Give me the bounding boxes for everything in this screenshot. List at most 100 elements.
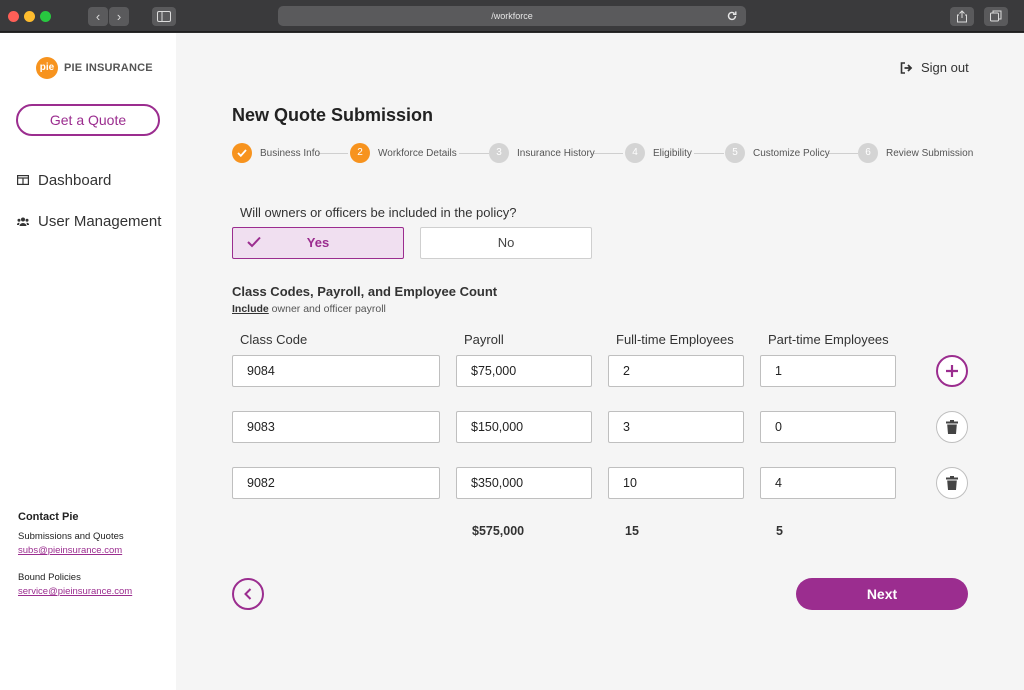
step-connector xyxy=(459,153,489,154)
full-time-input[interactable]: 10 xyxy=(608,467,744,499)
step-number: 4 xyxy=(625,143,645,163)
bound-policies-label: Bound Policies xyxy=(18,572,81,583)
class-code-input[interactable]: 9083 xyxy=(232,411,440,443)
back-button[interactable] xyxy=(232,578,264,610)
sidebar-item-user-management[interactable]: User Management xyxy=(16,211,161,231)
delete-row-button[interactable] xyxy=(936,411,968,443)
browser-forward-button[interactable]: › xyxy=(109,7,129,26)
step-number: 3 xyxy=(489,143,509,163)
progress-stepper: Business Info 2 Workforce Details 3 Insu… xyxy=(232,143,973,165)
part-time-input[interactable]: 1 xyxy=(760,355,896,387)
tabs-icon xyxy=(990,10,1002,22)
payroll-input[interactable]: $150,000 xyxy=(456,411,592,443)
step-label: Eligibility xyxy=(653,147,692,159)
sidebar-item-dashboard[interactable]: Dashboard xyxy=(16,170,111,190)
service-email-link[interactable]: service@pieinsurance.com xyxy=(18,586,168,597)
page-title: New Quote Submission xyxy=(232,105,434,125)
payroll-input[interactable]: $75,000 xyxy=(456,355,592,387)
brand-logo[interactable]: pie PIE INSURANCE xyxy=(36,57,153,79)
share-icon xyxy=(957,10,967,23)
url-bar[interactable]: /workforce xyxy=(278,6,746,26)
sidebar-item-label: Dashboard xyxy=(38,171,112,189)
owners-no-label: No xyxy=(497,235,515,250)
owners-question: Will owners or officers be included in t… xyxy=(240,205,517,220)
step-business-info[interactable]: Business Info xyxy=(232,143,320,163)
plus-icon xyxy=(946,365,958,377)
sidebar: pie PIE INSURANCE Get a Quote Dashboard … xyxy=(0,33,176,690)
sidebar-item-label: User Management xyxy=(38,212,162,230)
step-number: 6 xyxy=(858,143,878,163)
full-time-input[interactable]: 3 xyxy=(608,411,744,443)
part-time-input[interactable]: 0 xyxy=(760,411,896,443)
dashboard-icon xyxy=(16,175,30,185)
trash-icon xyxy=(946,476,958,490)
step-connector xyxy=(828,153,858,154)
get-a-quote-button[interactable]: Get a Quote xyxy=(16,104,160,136)
sidebar-toggle-button[interactable] xyxy=(152,7,176,26)
include-emphasis: Include xyxy=(232,303,269,315)
section-title: Class Codes, Payroll, and Employee Count xyxy=(232,284,498,299)
part-time-input[interactable]: 4 xyxy=(760,467,896,499)
minimize-window-button[interactable] xyxy=(24,11,35,22)
step-label: Review Submission xyxy=(886,147,974,159)
step-label: Insurance History xyxy=(517,147,595,159)
total-part-time: 5 xyxy=(776,524,783,538)
step-label: Workforce Details xyxy=(378,147,457,159)
step-label: Business Info xyxy=(260,147,321,159)
owners-yes-option[interactable]: Yes xyxy=(232,227,404,259)
sign-out-button[interactable]: Sign out xyxy=(900,60,969,75)
payroll-input[interactable]: $350,000 xyxy=(456,467,592,499)
step-connector xyxy=(318,153,348,154)
browser-toolbar: ‹ › /workforce xyxy=(0,0,1024,32)
users-icon xyxy=(16,217,30,226)
next-button[interactable]: Next xyxy=(796,578,968,610)
sign-out-icon xyxy=(900,61,913,74)
submissions-label: Submissions and Quotes xyxy=(18,531,124,542)
pie-logo-icon: pie xyxy=(36,57,58,79)
trash-icon xyxy=(946,420,958,434)
browser-back-button[interactable]: ‹ xyxy=(88,7,108,26)
contact-title: Contact Pie xyxy=(18,511,79,523)
contact-section: Contact Pie Submissions and Quotes subs@… xyxy=(18,511,168,613)
total-full-time: 15 xyxy=(625,524,639,538)
column-header-class-code: Class Code xyxy=(240,332,308,347)
brand-name: PIE INSURANCE xyxy=(64,62,153,74)
step-insurance-history[interactable]: 3 Insurance History xyxy=(489,143,595,163)
main-content: Sign out New Quote Submission Business I… xyxy=(176,33,1024,690)
chevron-left-icon xyxy=(244,588,252,600)
column-header-part-time: Part-time Employees xyxy=(768,332,889,347)
zoom-window-button[interactable] xyxy=(40,11,51,22)
submissions-email-link[interactable]: subs@pieinsurance.com xyxy=(18,545,168,556)
chevron-right-icon: › xyxy=(116,9,122,24)
full-time-input[interactable]: 2 xyxy=(608,355,744,387)
chevron-left-icon: ‹ xyxy=(95,9,101,24)
owners-no-option[interactable]: No xyxy=(420,227,592,259)
step-review-submission[interactable]: 6 Review Submission xyxy=(858,143,973,163)
close-window-button[interactable] xyxy=(8,11,19,22)
step-connector xyxy=(593,153,623,154)
column-header-payroll: Payroll xyxy=(464,332,504,347)
step-connector xyxy=(694,153,724,154)
check-icon xyxy=(247,236,261,248)
step-number: 5 xyxy=(725,143,745,163)
url-text: /workforce xyxy=(491,11,533,21)
reload-icon[interactable] xyxy=(726,10,738,22)
step-customize-policy[interactable]: 5 Customize Policy xyxy=(725,143,830,163)
column-header-full-time: Full-time Employees xyxy=(616,332,734,347)
step-number: 2 xyxy=(350,143,370,163)
sidebar-icon xyxy=(157,11,171,22)
check-icon xyxy=(232,143,252,163)
step-eligibility[interactable]: 4 Eligibility xyxy=(625,143,692,163)
share-button[interactable] xyxy=(950,7,974,26)
add-row-button[interactable] xyxy=(936,355,968,387)
class-code-input[interactable]: 9084 xyxy=(232,355,440,387)
sign-out-label: Sign out xyxy=(921,60,969,75)
delete-row-button[interactable] xyxy=(936,467,968,499)
step-label: Customize Policy xyxy=(753,147,830,159)
class-code-input[interactable]: 9082 xyxy=(232,467,440,499)
tab-overview-button[interactable] xyxy=(984,7,1008,26)
step-workforce-details[interactable]: 2 Workforce Details xyxy=(350,143,457,163)
section-subtitle: Include owner and officer payroll xyxy=(232,303,386,315)
owners-yes-label: Yes xyxy=(306,235,330,250)
total-payroll: $575,000 xyxy=(472,524,525,538)
